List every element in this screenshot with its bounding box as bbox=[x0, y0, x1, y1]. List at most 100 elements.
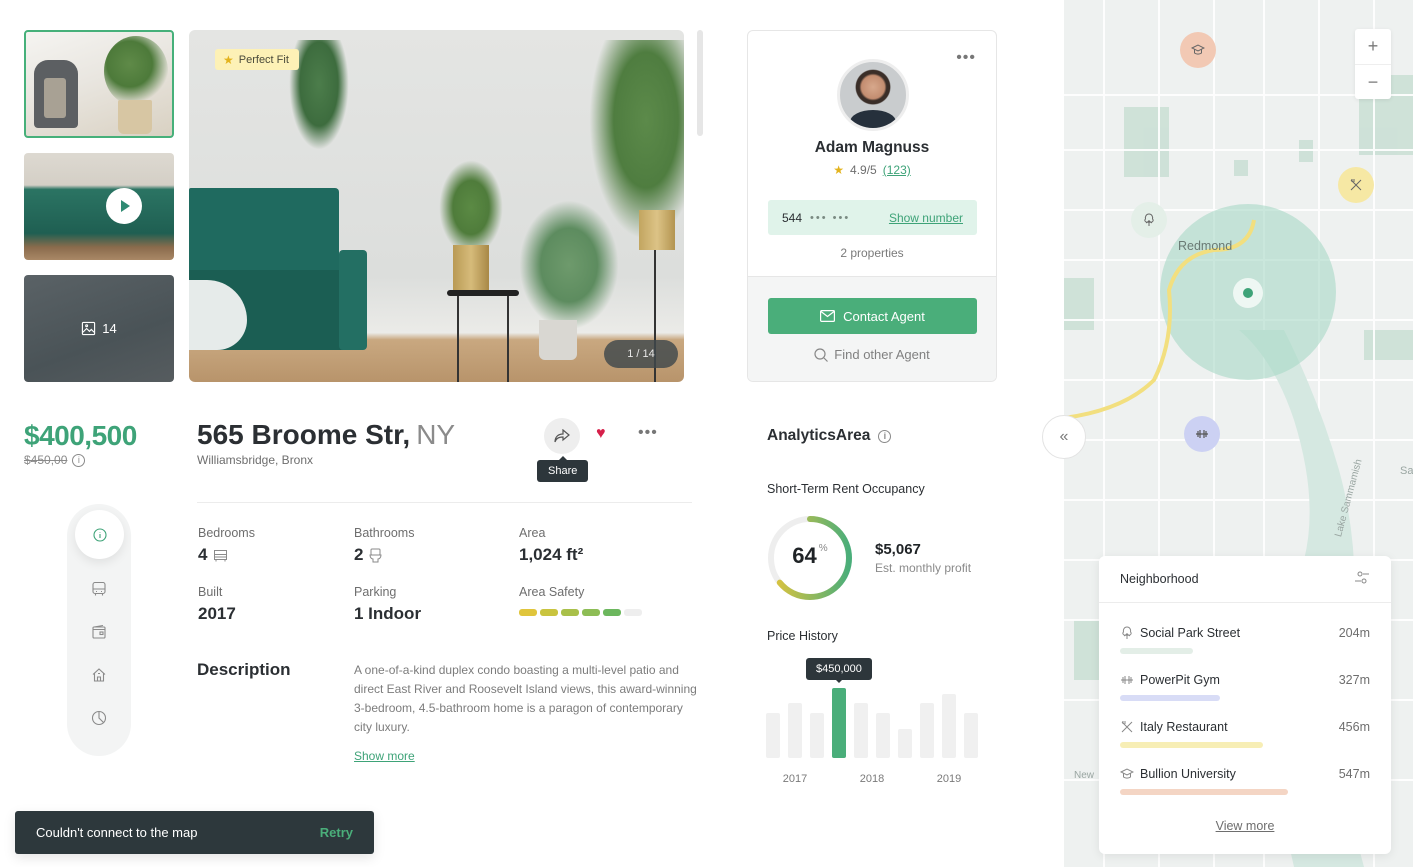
nav-info[interactable] bbox=[75, 510, 124, 559]
price-bar[interactable] bbox=[766, 712, 780, 758]
profit-value: $5,067 bbox=[875, 541, 921, 558]
main-photo[interactable]: ★ Perfect Fit 1 / 14 bbox=[189, 30, 684, 382]
info-icon[interactable]: i bbox=[72, 453, 86, 467]
nav-finance[interactable] bbox=[89, 622, 109, 642]
description-text: A one-of-a-kind duplex condo boasting a … bbox=[354, 663, 697, 734]
agent-actions: Contact Agent Find other Agent bbox=[748, 276, 996, 381]
price-bar[interactable] bbox=[898, 728, 912, 758]
dumbbell-icon bbox=[1121, 676, 1133, 684]
more-photos-count: 14 bbox=[102, 321, 117, 336]
price-history-title: Price History bbox=[767, 629, 838, 643]
neighborhood-row: PowerPit Gym 327m bbox=[1120, 673, 1370, 687]
collapse-panel-button[interactable]: « bbox=[1042, 415, 1086, 459]
neighborhood-item[interactable]: PowerPit Gym 327m bbox=[1120, 673, 1370, 701]
share-button[interactable] bbox=[544, 418, 580, 454]
graduation-cap-icon bbox=[1191, 44, 1205, 55]
star-icon: ★ bbox=[833, 163, 845, 177]
price-history-chart: $450,000 2017 2018 2019 bbox=[766, 655, 978, 790]
reviews-link[interactable]: (123) bbox=[883, 163, 911, 177]
neighborhood-item[interactable]: Bullion University 547m bbox=[1120, 767, 1370, 795]
favorite-heart-icon[interactable]: ♥ bbox=[596, 425, 606, 443]
old-price-value: $450,00 bbox=[24, 453, 68, 467]
place-distance: 456m bbox=[1338, 720, 1370, 734]
tree-icon bbox=[1122, 626, 1132, 639]
analytics-title-text: AnalyticsArea bbox=[767, 427, 871, 444]
price-bar[interactable] bbox=[810, 712, 824, 758]
price: $400,500 bbox=[24, 420, 137, 451]
bus-icon bbox=[92, 581, 106, 596]
contact-agent-button[interactable]: Contact Agent bbox=[768, 298, 977, 334]
state: NY bbox=[416, 419, 456, 450]
show-more-link[interactable]: Show more bbox=[354, 749, 415, 763]
tree-icon bbox=[1144, 213, 1154, 226]
view-more-link[interactable]: View more bbox=[1099, 819, 1391, 833]
zoom-in-button[interactable]: + bbox=[1355, 29, 1391, 64]
agent-name: Adam Magnuss bbox=[814, 139, 930, 156]
bedrooms-count: 4 bbox=[198, 545, 208, 564]
play-icon[interactable] bbox=[106, 188, 142, 224]
thumbnail-photo-1[interactable] bbox=[24, 30, 174, 138]
more-options-icon[interactable]: ••• bbox=[956, 49, 976, 67]
star-icon: ★ bbox=[223, 52, 234, 67]
price-bar[interactable] bbox=[854, 702, 868, 758]
price-bar[interactable] bbox=[942, 693, 956, 758]
property-pin[interactable] bbox=[1233, 278, 1263, 308]
poi-university[interactable] bbox=[1180, 32, 1216, 68]
neighborhood-item[interactable]: Social Park Street 204m bbox=[1120, 626, 1370, 654]
distance-bar bbox=[1120, 742, 1263, 748]
badge-label: Perfect Fit bbox=[238, 53, 289, 66]
listing-title: 565 Broome Str, NY bbox=[197, 419, 455, 451]
fact-label-area: Area bbox=[519, 526, 546, 540]
neighborhood-row: Italy Restaurant 456m bbox=[1120, 720, 1370, 734]
perfect-fit-badge: ★ Perfect Fit bbox=[215, 49, 299, 70]
safety-segment-filled bbox=[519, 609, 537, 616]
edge-label: Sa bbox=[1400, 465, 1413, 477]
price-bar[interactable] bbox=[788, 702, 802, 758]
table-leg bbox=[507, 296, 509, 382]
filter-icon[interactable] bbox=[1354, 570, 1370, 589]
x-tick-label: 2017 bbox=[782, 773, 808, 785]
more-options-icon[interactable]: ••• bbox=[638, 424, 658, 442]
bed-icon bbox=[214, 549, 228, 561]
plant bbox=[439, 160, 503, 255]
park-area bbox=[1234, 160, 1248, 176]
nav-home[interactable] bbox=[89, 665, 109, 685]
fact-value-parking: 1 Indoor bbox=[354, 604, 422, 623]
graduation-cap-icon bbox=[1120, 768, 1134, 779]
agent-properties: 2 properties bbox=[840, 246, 904, 260]
price-bar-highlighted[interactable] bbox=[832, 688, 846, 758]
table-leg bbox=[457, 296, 459, 382]
scrollbar[interactable] bbox=[697, 30, 703, 136]
agent-avatar bbox=[837, 59, 909, 131]
show-number-link[interactable]: Show number bbox=[889, 211, 963, 225]
poi-gym[interactable] bbox=[1184, 416, 1220, 452]
price-bar[interactable] bbox=[964, 712, 978, 758]
sofa-arm bbox=[339, 250, 367, 350]
distance-bar bbox=[1120, 648, 1193, 654]
safety-segment-filled bbox=[540, 609, 558, 616]
zoom-out-button[interactable]: − bbox=[1355, 64, 1391, 99]
rating-value: 4.9/5 bbox=[850, 163, 877, 177]
safety-segment-filled bbox=[561, 609, 579, 616]
nav-analytics[interactable] bbox=[89, 708, 109, 728]
toast-message: Couldn't connect to the map bbox=[36, 825, 198, 840]
retry-button[interactable]: Retry bbox=[320, 825, 353, 840]
thumbnail-video[interactable] bbox=[24, 153, 174, 260]
poi-restaurant[interactable] bbox=[1338, 167, 1374, 203]
price-bar[interactable] bbox=[876, 712, 890, 758]
price-bar[interactable] bbox=[920, 702, 934, 758]
place-name: PowerPit Gym bbox=[1140, 673, 1220, 687]
analytics-title: AnalyticsArea i bbox=[767, 427, 892, 445]
profit-label: Est. monthly profit bbox=[875, 561, 972, 575]
occupancy-value: 64% bbox=[766, 543, 854, 569]
pin-dot bbox=[1243, 288, 1253, 298]
poi-park[interactable] bbox=[1131, 202, 1167, 238]
neighborhood-item[interactable]: Italy Restaurant 456m bbox=[1120, 720, 1370, 748]
find-other-agent-button[interactable]: Find other Agent bbox=[748, 347, 996, 362]
info-icon[interactable]: i bbox=[878, 429, 892, 443]
park-area bbox=[1364, 330, 1413, 360]
thumbnail-more-photos[interactable]: 14 bbox=[24, 275, 174, 382]
neighborhood-title: Neighborhood bbox=[1120, 572, 1199, 586]
nav-transport[interactable] bbox=[89, 579, 109, 599]
fact-label-bedrooms: Bedrooms bbox=[198, 526, 255, 540]
